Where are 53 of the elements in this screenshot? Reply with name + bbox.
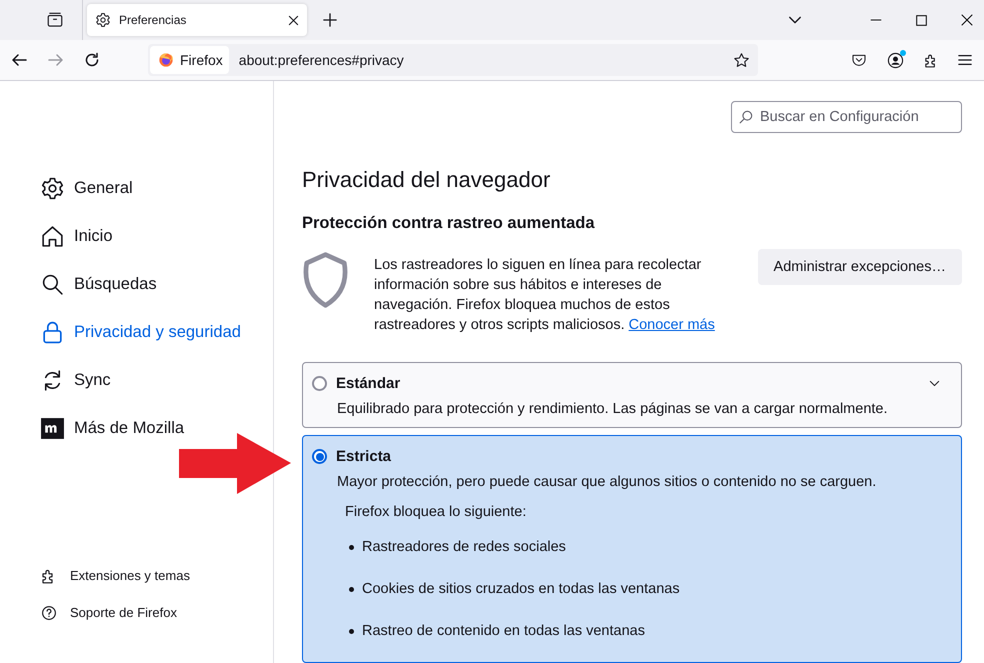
expand-chevron-icon[interactable] (929, 378, 940, 389)
blocked-item: Cookies de sitios cruzados en todas las ventanas (362, 581, 680, 597)
close-icon[interactable] (961, 14, 973, 26)
sidebar-link[interactable]: Extensiones y temas (40, 557, 273, 594)
pocket-icon[interactable] (851, 52, 867, 68)
reload-icon[interactable] (84, 52, 100, 68)
address-bar[interactable]: Firefox about:preferences#privacy (148, 44, 758, 76)
new-tab-icon[interactable] (323, 13, 337, 27)
option-description: Equilibrado para protección y rendimiento. Las páginas se van a cargar normalmente. (337, 401, 889, 417)
close-tab-icon[interactable] (288, 14, 299, 26)
page-title: Privacidad del navegador (302, 167, 552, 193)
bullet-icon (349, 586, 354, 592)
radio-button[interactable] (312, 376, 327, 391)
account-icon[interactable] (887, 52, 904, 68)
bullet-icon (349, 544, 354, 550)
tracking-description: Los rastreadores lo siguen en línea para recolectar información sobre sus hábitos e intereses de navegación. Firefox bloquea muchos de estos rastreadores y otros scripts maliciosos. Conocer más (374, 256, 716, 335)
mozilla-icon (40, 416, 65, 440)
sidebar-link[interactable]: Soporte de Firefox (40, 594, 273, 631)
help-icon (40, 604, 58, 622)
blocked-heading: Firefox bloquea lo siguiente: (345, 504, 528, 520)
learn-more-link[interactable]: Conocer más (628, 317, 715, 333)
option-label: Estándar (336, 375, 400, 392)
gear-icon (95, 12, 111, 28)
identity-label: Firefox (180, 52, 223, 68)
maximize-icon[interactable] (916, 14, 927, 26)
sidebar-item[interactable]: Más de Mozilla (40, 404, 273, 452)
url-text: about:preferences#privacy (238, 52, 404, 68)
manage-exceptions-button[interactable]: Administrar excepciones… (758, 249, 962, 285)
back-icon[interactable] (11, 52, 27, 68)
tab-title: Preferencias (119, 13, 188, 27)
option-label: Estricta (336, 448, 392, 465)
tab-list-icon[interactable] (46, 11, 64, 29)
home-icon (40, 224, 65, 248)
sidebar-item[interactable]: Inicio (40, 212, 273, 260)
gear-icon (40, 176, 65, 200)
bullet-icon (349, 628, 354, 634)
sidebar-item[interactable]: General (40, 164, 273, 212)
blocked-item: Rastreadores de redes sociales (362, 539, 566, 555)
section-title: Protección contra rastreo aumentada (302, 214, 596, 233)
forward-icon[interactable] (48, 52, 64, 68)
blocked-item: Rastreo de contenido en todas las ventanas (362, 623, 645, 639)
radio-button[interactable] (312, 449, 327, 464)
firefox-logo-icon (158, 52, 174, 68)
sidebar-item[interactable]: Búsquedas (40, 260, 273, 308)
browser-tab[interactable]: Preferencias (87, 4, 307, 36)
sidebar-item[interactable]: Sync (40, 356, 273, 404)
menu-icon[interactable] (958, 53, 972, 67)
protection-option-card[interactable]: Estándar Equilibrado para protección y rendimiento. Las páginas se van a cargar normalmente. (302, 362, 962, 428)
protection-option-card[interactable] (302, 435, 962, 663)
bookmark-star-icon[interactable] (733, 52, 750, 68)
sidebar-item[interactable]: Privacidad y seguridad (40, 308, 273, 356)
search-field[interactable]: Buscar en Configuración (731, 101, 962, 133)
option-description: Mayor protección, pero puede causar que algunos sitios o contenido no se carguen. (337, 474, 878, 490)
